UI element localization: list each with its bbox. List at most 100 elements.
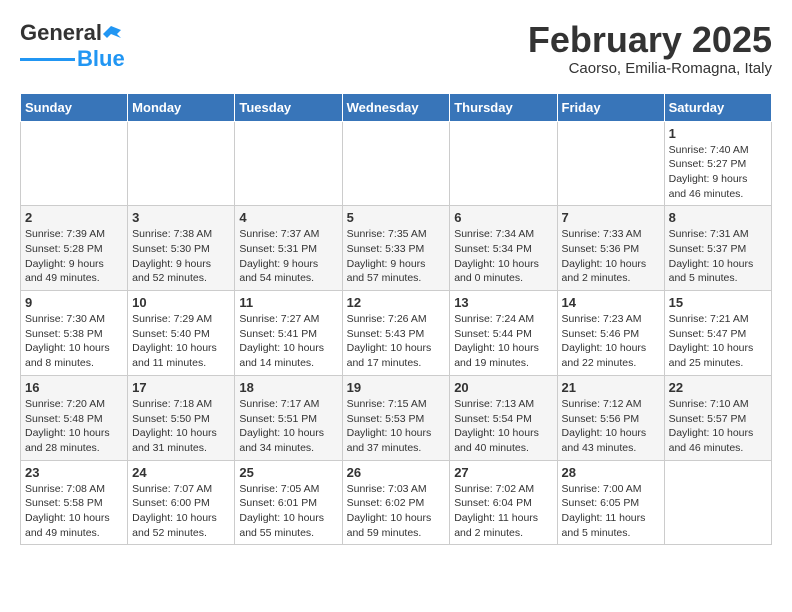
day-number: 27 bbox=[454, 465, 552, 480]
day-info: Sunrise: 7:00 AM Sunset: 6:05 PM Dayligh… bbox=[562, 482, 660, 541]
day-number: 10 bbox=[132, 295, 230, 310]
calendar-day-cell: 7 Sunrise: 7:33 AM Sunset: 5:36 PM Daylig… bbox=[557, 206, 664, 291]
calendar-day-cell: 14 Sunrise: 7:23 AM Sunset: 5:46 PM Dayli… bbox=[557, 291, 664, 376]
day-number: 18 bbox=[239, 380, 337, 395]
calendar-week-row: 1 Sunrise: 7:40 AM Sunset: 5:27 PM Daylig… bbox=[21, 121, 772, 206]
day-info: Sunrise: 7:17 AM Sunset: 5:51 PM Dayligh… bbox=[239, 397, 337, 456]
calendar-day-cell: 1 Sunrise: 7:40 AM Sunset: 5:27 PM Daylig… bbox=[664, 121, 771, 206]
day-number: 24 bbox=[132, 465, 230, 480]
calendar-week-row: 23Sunrise: 7:08 AM Sunset: 5:58 PM Dayli… bbox=[21, 460, 772, 545]
calendar-table: SundayMondayTuesdayWednesdayThursdayFrid… bbox=[20, 93, 772, 546]
calendar-day-cell: 13Sunrise: 7:24 AM Sunset: 5:44 PM Dayli… bbox=[450, 291, 557, 376]
day-info: Sunrise: 7:29 AM Sunset: 5:40 PM Dayligh… bbox=[132, 312, 230, 371]
day-number: 22 bbox=[669, 380, 767, 395]
calendar-week-row: 16 Sunrise: 7:20 AM Sunset: 5:48 PM Dayli… bbox=[21, 375, 772, 460]
calendar-empty-cell bbox=[664, 460, 771, 545]
calendar-empty-cell bbox=[235, 121, 342, 206]
day-info: Sunrise: 7:12 AM Sunset: 5:56 PM Dayligh… bbox=[562, 397, 660, 456]
day-number: 26 bbox=[347, 465, 446, 480]
day-info: Sunrise: 7:18 AM Sunset: 5:50 PM Dayligh… bbox=[132, 397, 230, 456]
day-info: Sunrise: 7:31 AM Sunset: 5:37 PM Dayligh… bbox=[669, 227, 767, 286]
title-block: February 2025 Caorso, Emilia-Romagna, It… bbox=[528, 20, 772, 77]
day-number: 11 bbox=[239, 295, 337, 310]
day-number: 25 bbox=[239, 465, 337, 480]
day-info: Sunrise: 7:26 AM Sunset: 5:43 PM Dayligh… bbox=[347, 312, 446, 371]
day-info: Sunrise: 7:27 AM Sunset: 5:41 PM Dayligh… bbox=[239, 312, 337, 371]
calendar-day-cell: 26 Sunrise: 7:03 AM Sunset: 6:02 PM Dayli… bbox=[342, 460, 450, 545]
day-info: Sunrise: 7:39 AM Sunset: 5:28 PM Dayligh… bbox=[25, 227, 123, 286]
calendar-day-cell: 27 Sunrise: 7:02 AM Sunset: 6:04 PM Dayli… bbox=[450, 460, 557, 545]
day-info: Sunrise: 7:05 AM Sunset: 6:01 PM Dayligh… bbox=[239, 482, 337, 541]
calendar-dow-thursday: Thursday bbox=[450, 93, 557, 121]
calendar-day-cell: 23Sunrise: 7:08 AM Sunset: 5:58 PM Dayli… bbox=[21, 460, 128, 545]
day-number: 14 bbox=[562, 295, 660, 310]
day-number: 15 bbox=[669, 295, 767, 310]
day-info: Sunrise: 7:02 AM Sunset: 6:04 PM Dayligh… bbox=[454, 482, 552, 541]
calendar-empty-cell bbox=[21, 121, 128, 206]
calendar-empty-cell bbox=[342, 121, 450, 206]
calendar-day-cell: 6Sunrise: 7:34 AM Sunset: 5:34 PM Daylig… bbox=[450, 206, 557, 291]
calendar-day-cell: 11 Sunrise: 7:27 AM Sunset: 5:41 PM Dayli… bbox=[235, 291, 342, 376]
day-info: Sunrise: 7:15 AM Sunset: 5:53 PM Dayligh… bbox=[347, 397, 446, 456]
logo-general: General bbox=[20, 20, 102, 46]
page-header: General Blue February 2025 Caorso, Emili… bbox=[20, 20, 772, 77]
day-number: 2 bbox=[25, 210, 123, 225]
calendar-day-cell: 19 Sunrise: 7:15 AM Sunset: 5:53 PM Dayli… bbox=[342, 375, 450, 460]
day-info: Sunrise: 7:40 AM Sunset: 5:27 PM Dayligh… bbox=[669, 143, 767, 202]
day-number: 8 bbox=[669, 210, 767, 225]
calendar-day-cell: 15Sunrise: 7:21 AM Sunset: 5:47 PM Dayli… bbox=[664, 291, 771, 376]
day-number: 19 bbox=[347, 380, 446, 395]
calendar-day-cell: 24Sunrise: 7:07 AM Sunset: 6:00 PM Dayli… bbox=[128, 460, 235, 545]
calendar-day-cell: 17 Sunrise: 7:18 AM Sunset: 5:50 PM Dayli… bbox=[128, 375, 235, 460]
day-info: Sunrise: 7:03 AM Sunset: 6:02 PM Dayligh… bbox=[347, 482, 446, 541]
calendar-dow-wednesday: Wednesday bbox=[342, 93, 450, 121]
calendar-day-cell: 22 Sunrise: 7:10 AM Sunset: 5:57 PM Dayli… bbox=[664, 375, 771, 460]
day-info: Sunrise: 7:23 AM Sunset: 5:46 PM Dayligh… bbox=[562, 312, 660, 371]
calendar-dow-tuesday: Tuesday bbox=[235, 93, 342, 121]
calendar-day-cell: 8 Sunrise: 7:31 AM Sunset: 5:37 PM Daylig… bbox=[664, 206, 771, 291]
day-info: Sunrise: 7:35 AM Sunset: 5:33 PM Dayligh… bbox=[347, 227, 446, 286]
calendar-day-cell: 10 Sunrise: 7:29 AM Sunset: 5:40 PM Dayli… bbox=[128, 291, 235, 376]
calendar-empty-cell bbox=[557, 121, 664, 206]
day-number: 23 bbox=[25, 465, 123, 480]
calendar-day-cell: 20 Sunrise: 7:13 AM Sunset: 5:54 PM Dayli… bbox=[450, 375, 557, 460]
day-info: Sunrise: 7:38 AM Sunset: 5:30 PM Dayligh… bbox=[132, 227, 230, 286]
page-subtitle: Caorso, Emilia-Romagna, Italy bbox=[528, 60, 772, 77]
calendar-day-cell: 28Sunrise: 7:00 AM Sunset: 6:05 PM Dayli… bbox=[557, 460, 664, 545]
day-info: Sunrise: 7:30 AM Sunset: 5:38 PM Dayligh… bbox=[25, 312, 123, 371]
day-number: 16 bbox=[25, 380, 123, 395]
day-info: Sunrise: 7:37 AM Sunset: 5:31 PM Dayligh… bbox=[239, 227, 337, 286]
day-number: 5 bbox=[347, 210, 446, 225]
day-number: 17 bbox=[132, 380, 230, 395]
day-number: 3 bbox=[132, 210, 230, 225]
calendar-header-row: SundayMondayTuesdayWednesdayThursdayFrid… bbox=[21, 93, 772, 121]
day-number: 20 bbox=[454, 380, 552, 395]
day-info: Sunrise: 7:13 AM Sunset: 5:54 PM Dayligh… bbox=[454, 397, 552, 456]
calendar-dow-saturday: Saturday bbox=[664, 93, 771, 121]
calendar-day-cell: 16 Sunrise: 7:20 AM Sunset: 5:48 PM Dayli… bbox=[21, 375, 128, 460]
calendar-day-cell: 25 Sunrise: 7:05 AM Sunset: 6:01 PM Dayli… bbox=[235, 460, 342, 545]
calendar-dow-sunday: Sunday bbox=[21, 93, 128, 121]
day-info: Sunrise: 7:33 AM Sunset: 5:36 PM Dayligh… bbox=[562, 227, 660, 286]
day-number: 4 bbox=[239, 210, 337, 225]
day-number: 7 bbox=[562, 210, 660, 225]
calendar-day-cell: 12Sunrise: 7:26 AM Sunset: 5:43 PM Dayli… bbox=[342, 291, 450, 376]
day-number: 21 bbox=[562, 380, 660, 395]
day-number: 13 bbox=[454, 295, 552, 310]
day-info: Sunrise: 7:10 AM Sunset: 5:57 PM Dayligh… bbox=[669, 397, 767, 456]
day-number: 6 bbox=[454, 210, 552, 225]
calendar-day-cell: 21 Sunrise: 7:12 AM Sunset: 5:56 PM Dayli… bbox=[557, 375, 664, 460]
day-number: 1 bbox=[669, 126, 767, 141]
day-info: Sunrise: 7:20 AM Sunset: 5:48 PM Dayligh… bbox=[25, 397, 123, 456]
calendar-dow-monday: Monday bbox=[128, 93, 235, 121]
calendar-day-cell: 4 Sunrise: 7:37 AM Sunset: 5:31 PM Daylig… bbox=[235, 206, 342, 291]
calendar-day-cell: 3 Sunrise: 7:38 AM Sunset: 5:30 PM Daylig… bbox=[128, 206, 235, 291]
day-number: 9 bbox=[25, 295, 123, 310]
logo: General Blue bbox=[20, 20, 125, 72]
calendar-day-cell: 2 Sunrise: 7:39 AM Sunset: 5:28 PM Daylig… bbox=[21, 206, 128, 291]
calendar-dow-friday: Friday bbox=[557, 93, 664, 121]
calendar-week-row: 9 Sunrise: 7:30 AM Sunset: 5:38 PM Daylig… bbox=[21, 291, 772, 376]
page-title: February 2025 bbox=[528, 20, 772, 60]
logo-bird-icon bbox=[103, 24, 121, 42]
calendar-day-cell: 9 Sunrise: 7:30 AM Sunset: 5:38 PM Daylig… bbox=[21, 291, 128, 376]
